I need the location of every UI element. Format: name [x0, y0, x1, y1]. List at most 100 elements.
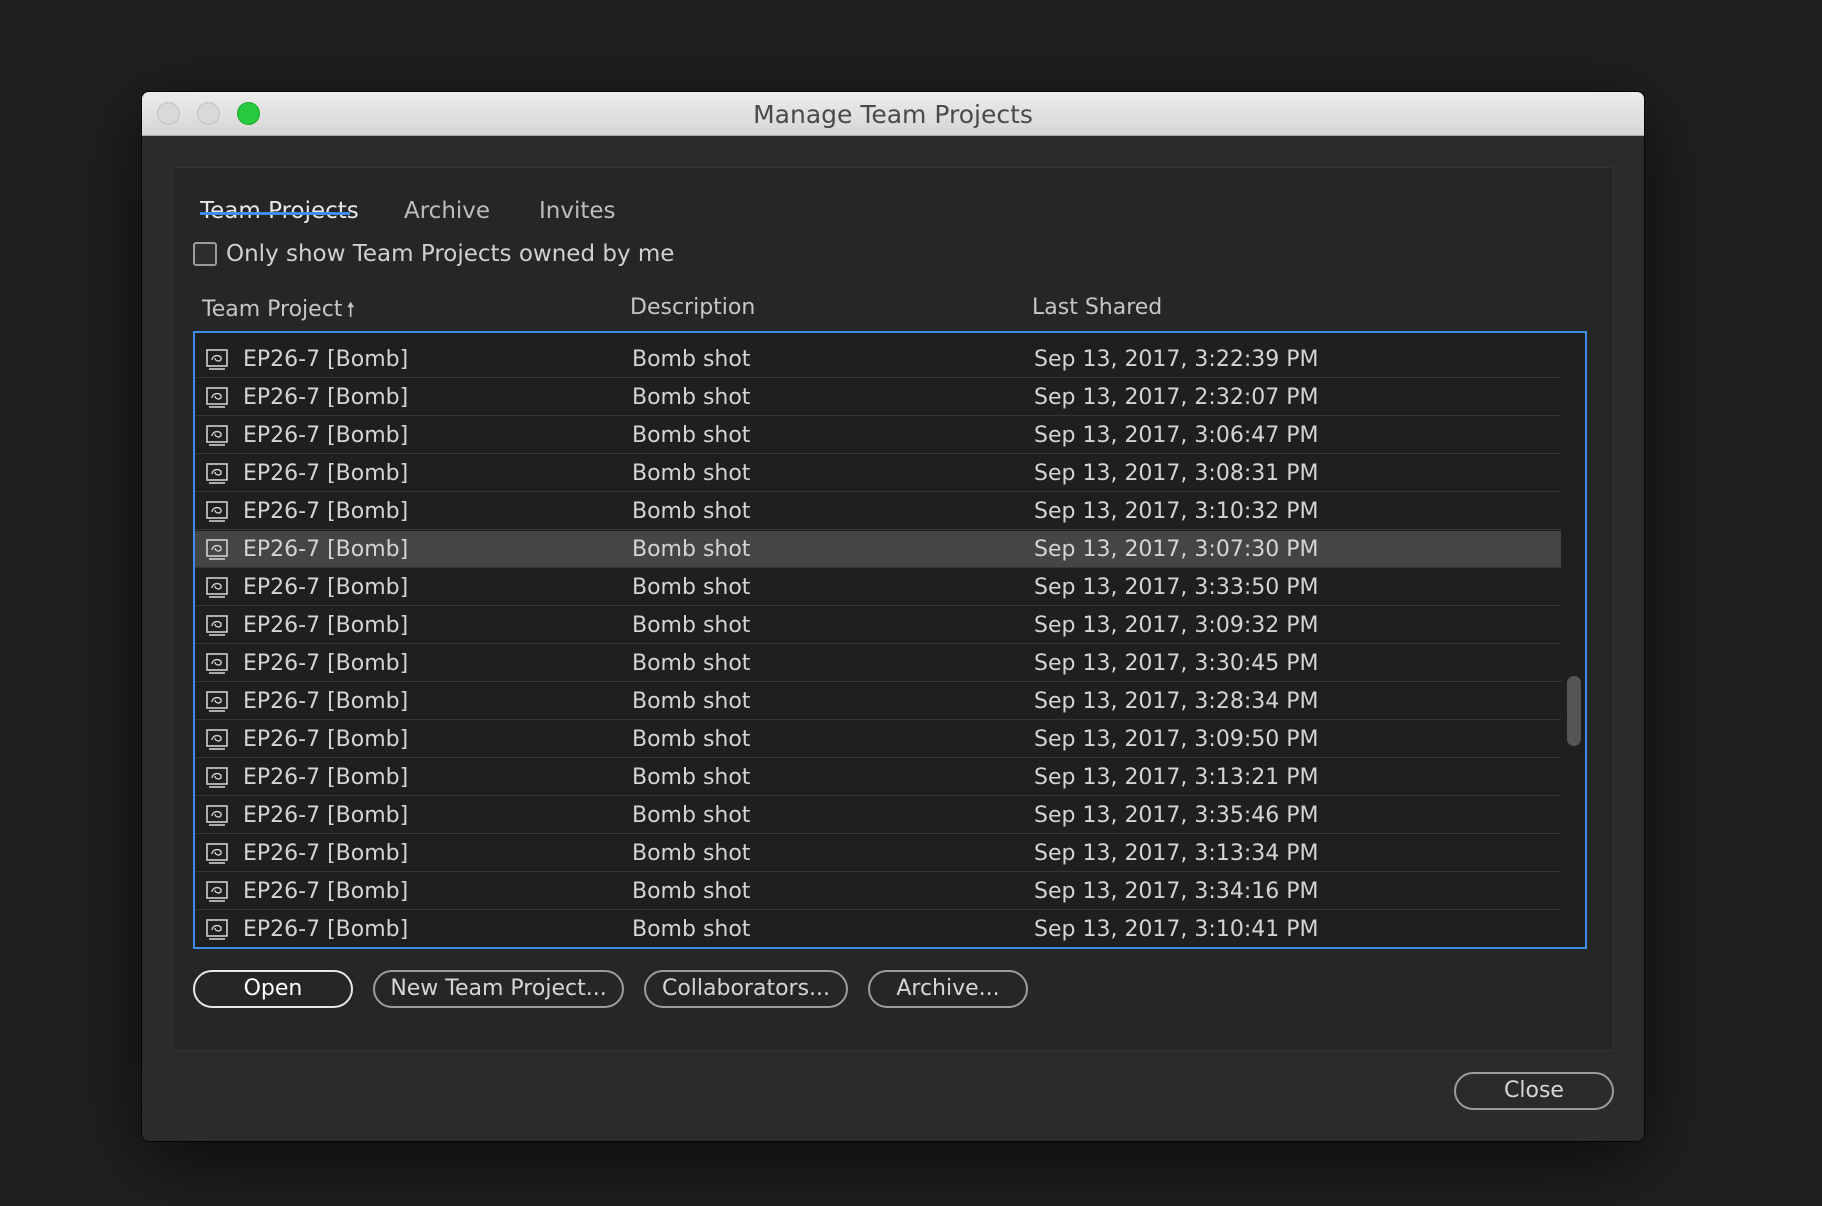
table-row[interactable]: EP26-7 [Bomb] Bomb shot Sep 13, 2017, 3:30…	[195, 645, 1561, 682]
open-button[interactable]: Open	[193, 970, 353, 1008]
column-header-description[interactable]: Description	[630, 295, 755, 320]
table-row[interactable]: EP26-7 [Bomb] Bomb shot Sep 13, 2017, 3:28…	[195, 683, 1561, 720]
cell-description: Bomb shot	[632, 689, 751, 714]
collaborators-button[interactable]: Collaborators...	[644, 970, 848, 1008]
team-projects-table[interactable]: EP26-7 [Bomb] Bomb shot Sep 13, 2017, 3:22…	[193, 331, 1587, 949]
window-title: Manage Team Projects	[753, 100, 1033, 129]
tab-archive[interactable]: Archive	[404, 198, 490, 224]
cell-last-shared: Sep 13, 2017, 2:32:07 PM	[1034, 385, 1319, 410]
table-row[interactable]: EP26-7 [Bomb] Bomb shot Sep 13, 2017, 3:13…	[195, 759, 1561, 796]
owned-by-me-checkbox[interactable]	[193, 242, 217, 266]
cell-description: Bomb shot	[632, 841, 751, 866]
cell-last-shared: Sep 13, 2017, 3:10:41 PM	[1034, 917, 1319, 942]
team-project-icon	[205, 348, 229, 372]
cell-description: Bomb shot	[632, 461, 751, 486]
cell-last-shared: Sep 13, 2017, 3:07:30 PM	[1034, 537, 1319, 562]
cell-last-shared: Sep 13, 2017, 3:22:39 PM	[1034, 347, 1319, 372]
cell-team-project: EP26-7 [Bomb]	[243, 727, 409, 752]
cell-team-project: EP26-7 [Bomb]	[243, 347, 409, 372]
table-row[interactable]: EP26-7 [Bomb] Bomb shot Sep 13, 2017, 2:32…	[195, 379, 1561, 416]
table-row[interactable]: EP26-7 [Bomb] Bomb shot Sep 13, 2017, 3:13…	[195, 835, 1561, 872]
team-project-icon	[205, 500, 229, 524]
cell-description: Bomb shot	[632, 613, 751, 638]
cell-team-project: EP26-7 [Bomb]	[243, 423, 409, 448]
cell-description: Bomb shot	[632, 385, 751, 410]
cell-description: Bomb shot	[632, 575, 751, 600]
new-team-project-button[interactable]: New Team Project...	[373, 970, 624, 1008]
table-row[interactable]: EP26-7 [Bomb] Bomb shot Sep 13, 2017, 3:33…	[195, 569, 1561, 606]
sort-ascending-icon: 🠕	[346, 297, 356, 321]
close-button[interactable]: Close	[1454, 1072, 1614, 1110]
column-header-team-project[interactable]: Team Project 🠕	[202, 295, 355, 329]
cell-last-shared: Sep 13, 2017, 3:09:50 PM	[1034, 727, 1319, 752]
cell-description: Bomb shot	[632, 499, 751, 524]
team-project-icon	[205, 918, 229, 942]
table-row[interactable]: EP26-7 [Bomb] Bomb shot Sep 13, 2017, 3:10…	[195, 493, 1561, 530]
cell-last-shared: Sep 13, 2017, 3:10:32 PM	[1034, 499, 1319, 524]
table-row[interactable]: EP26-7 [Bomb] Bomb shot Sep 13, 2017, 3:08…	[195, 455, 1561, 492]
team-project-icon	[205, 386, 229, 410]
manage-team-projects-dialog: Manage Team Projects Team Projects Archi…	[142, 92, 1644, 1141]
table-row[interactable]: EP26-7 [Bomb] Bomb shot Sep 13, 2017, 3:07…	[195, 531, 1561, 568]
cell-last-shared: Sep 13, 2017, 3:13:21 PM	[1034, 765, 1319, 790]
cell-description: Bomb shot	[632, 651, 751, 676]
cell-team-project: EP26-7 [Bomb]	[243, 689, 409, 714]
table-row[interactable]: EP26-7 [Bomb] Bomb shot Sep 13, 2017, 3:35…	[195, 797, 1561, 834]
tab-team-projects[interactable]: Team Projects	[200, 198, 359, 224]
team-project-icon	[205, 538, 229, 562]
cell-team-project: EP26-7 [Bomb]	[243, 803, 409, 828]
owned-by-me-label: Only show Team Projects owned by me	[226, 241, 675, 267]
cell-last-shared: Sep 13, 2017, 3:30:45 PM	[1034, 651, 1319, 676]
cell-last-shared: Sep 13, 2017, 3:08:31 PM	[1034, 461, 1319, 486]
cell-last-shared: Sep 13, 2017, 3:28:34 PM	[1034, 689, 1319, 714]
cell-team-project: EP26-7 [Bomb]	[243, 917, 409, 942]
cell-team-project: EP26-7 [Bomb]	[243, 385, 409, 410]
cell-last-shared: Sep 13, 2017, 3:06:47 PM	[1034, 423, 1319, 448]
table-row[interactable]: EP26-7 [Bomb] Bomb shot Sep 13, 2017, 3:34…	[195, 873, 1561, 910]
team-project-icon	[205, 880, 229, 904]
table-row[interactable]: EP26-7 [Bomb] Bomb shot Sep 13, 2017, 3:10…	[195, 911, 1561, 947]
team-project-icon	[205, 614, 229, 638]
table-scrollbar[interactable]	[1567, 676, 1581, 746]
cell-last-shared: Sep 13, 2017, 3:34:16 PM	[1034, 879, 1319, 904]
cell-last-shared: Sep 13, 2017, 3:09:32 PM	[1034, 613, 1319, 638]
team-project-icon	[205, 576, 229, 600]
team-project-icon	[205, 766, 229, 790]
cell-last-shared: Sep 13, 2017, 3:13:34 PM	[1034, 841, 1319, 866]
cell-description: Bomb shot	[632, 423, 751, 448]
cell-team-project: EP26-7 [Bomb]	[243, 537, 409, 562]
cell-team-project: EP26-7 [Bomb]	[243, 613, 409, 638]
cell-description: Bomb shot	[632, 765, 751, 790]
team-project-icon	[205, 652, 229, 676]
cell-team-project: EP26-7 [Bomb]	[243, 575, 409, 600]
table-row[interactable]: EP26-7 [Bomb] Bomb shot Sep 13, 2017, 3:09…	[195, 721, 1561, 758]
tab-invites[interactable]: Invites	[539, 198, 616, 224]
column-header-team-project-label: Team Project	[202, 297, 343, 322]
cell-team-project: EP26-7 [Bomb]	[243, 499, 409, 524]
cell-description: Bomb shot	[632, 803, 751, 828]
team-project-icon	[205, 728, 229, 752]
team-project-icon	[205, 804, 229, 828]
cell-description: Bomb shot	[632, 537, 751, 562]
active-tab-indicator	[200, 212, 350, 215]
cell-description: Bomb shot	[632, 347, 751, 372]
table-row[interactable]: EP26-7 [Bomb] Bomb shot Sep 13, 2017, 3:09…	[195, 607, 1561, 644]
cell-team-project: EP26-7 [Bomb]	[243, 461, 409, 486]
title-bar: Manage Team Projects	[142, 92, 1644, 136]
cell-last-shared: Sep 13, 2017, 3:35:46 PM	[1034, 803, 1319, 828]
team-project-icon	[205, 690, 229, 714]
cell-description: Bomb shot	[632, 727, 751, 752]
cell-team-project: EP26-7 [Bomb]	[243, 841, 409, 866]
cell-team-project: EP26-7 [Bomb]	[243, 651, 409, 676]
team-project-icon	[205, 462, 229, 486]
column-header-last-shared[interactable]: Last Shared	[1032, 295, 1162, 320]
table-row[interactable]: EP26-7 [Bomb] Bomb shot Sep 13, 2017, 3:22…	[195, 341, 1561, 378]
archive-button[interactable]: Archive...	[868, 970, 1028, 1008]
cell-description: Bomb shot	[632, 879, 751, 904]
cell-last-shared: Sep 13, 2017, 3:33:50 PM	[1034, 575, 1319, 600]
cell-description: Bomb shot	[632, 917, 751, 942]
cell-team-project: EP26-7 [Bomb]	[243, 765, 409, 790]
team-project-icon	[205, 424, 229, 448]
cell-team-project: EP26-7 [Bomb]	[243, 879, 409, 904]
table-row[interactable]: EP26-7 [Bomb] Bomb shot Sep 13, 2017, 3:06…	[195, 417, 1561, 454]
